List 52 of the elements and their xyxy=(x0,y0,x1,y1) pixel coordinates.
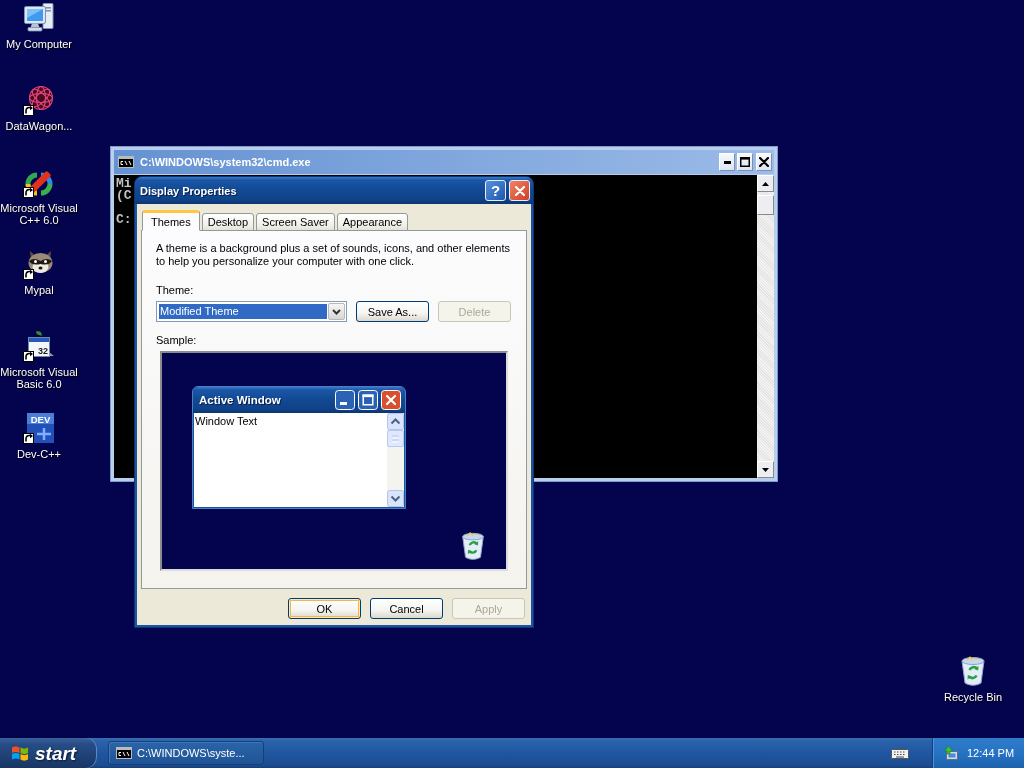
help-button[interactable]: ? xyxy=(485,180,506,201)
close-icon xyxy=(381,390,401,410)
recycle-bin-icon[interactable] xyxy=(959,655,987,687)
console-prompt: C: xyxy=(116,214,132,226)
window-text: Window Text xyxy=(195,415,258,427)
chevron-up-icon xyxy=(387,413,404,430)
minimize-icon xyxy=(723,160,731,164)
icon-label[interactable]: Microsoft Visual C++ 6.0 xyxy=(0,202,78,226)
start-button[interactable]: start xyxy=(0,738,97,768)
chevron-down-icon xyxy=(387,490,404,507)
dropdown-button[interactable] xyxy=(328,303,345,320)
maximize-icon xyxy=(740,157,750,167)
monitor-icon[interactable] xyxy=(943,745,959,761)
triangle-up-icon xyxy=(762,181,769,186)
minimize-icon xyxy=(335,390,355,410)
close-icon xyxy=(514,185,525,196)
icon-label[interactable]: Recycle Bin xyxy=(943,691,1003,703)
clock: 12:44 PM xyxy=(967,747,1015,759)
icon-label[interactable]: My Computer xyxy=(6,38,72,50)
tab[interactable]: Desktop xyxy=(201,213,255,231)
cancel-button[interactable]: Cancel xyxy=(370,598,443,619)
icon-label[interactable]: DataWagon... xyxy=(5,120,73,132)
triangle-down-icon xyxy=(762,467,769,472)
theme-dropdown[interactable]: Modified Theme xyxy=(156,301,347,322)
tab[interactable]: Appearance xyxy=(336,213,409,231)
window-title: Display Properties xyxy=(140,184,237,197)
close-icon xyxy=(759,157,769,167)
icon-label[interactable]: Mypal xyxy=(24,284,54,296)
tab[interactable]: Screen Saver xyxy=(256,213,335,231)
tab[interactable]: Themes xyxy=(142,210,200,231)
field-label: Theme: xyxy=(156,284,194,297)
scroll-thumb xyxy=(387,430,404,447)
recycle-bin-icon xyxy=(460,531,486,561)
maximize-icon xyxy=(358,390,378,410)
sphere-icon[interactable] xyxy=(23,84,55,116)
description-text: A theme is a background plus a set of sounds, icons, and other elements to help you personalize your computer with one click. xyxy=(156,242,512,268)
window-title: Active Window xyxy=(199,394,281,406)
flag-icon xyxy=(11,745,29,761)
console-icon xyxy=(116,747,132,759)
ok-button[interactable]: OK xyxy=(288,598,361,619)
console-text: (C xyxy=(116,190,132,202)
console-text: Mi xyxy=(116,178,132,190)
icon-label[interactable]: Dev-C++ xyxy=(17,448,61,460)
taskbar-button[interactable]: C:\WINDOWS\syste... xyxy=(108,741,264,765)
keyboard-icon[interactable] xyxy=(891,747,909,759)
icon-label[interactable]: Microsoft Visual Basic 6.0 xyxy=(0,366,78,390)
raccoon-icon[interactable] xyxy=(23,248,55,280)
save-as-button[interactable]: Save As... xyxy=(356,301,429,322)
computer-icon[interactable] xyxy=(23,2,55,34)
field-label: Sample: xyxy=(156,334,197,347)
window-title: C:\WINDOWS\system32\cmd.exe xyxy=(140,156,311,168)
chevron-down-icon xyxy=(332,308,341,315)
